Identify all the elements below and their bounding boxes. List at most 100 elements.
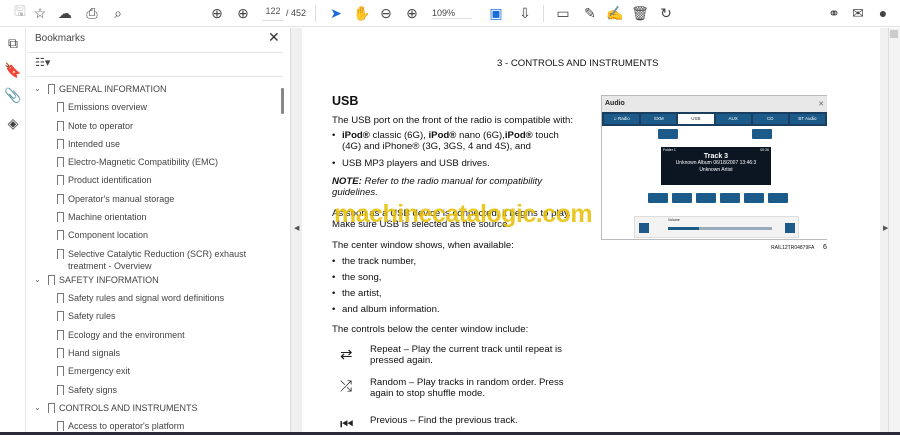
bookmark-icon — [57, 421, 64, 431]
bookmark-label: Intended use — [68, 139, 121, 149]
scrollbar-thumb[interactable] — [890, 30, 898, 38]
highlight-pen-icon[interactable]: ✎ — [580, 4, 600, 22]
bookmark-item[interactable]: Emergency exit — [57, 365, 268, 377]
figure-number: 6 — [823, 244, 827, 251]
pages-icon[interactable]: ⧉ — [3, 34, 23, 52]
bookmark-icon — [57, 230, 64, 240]
bookmark-item[interactable]: Selective Catalytic Reduction (SCR) exha… — [57, 248, 268, 272]
figure-tab: AUX — [715, 114, 751, 124]
panel-scrollbar[interactable] — [281, 88, 284, 114]
previous-icon: ⏮ — [340, 416, 354, 433]
bookmark-label: Safety signs — [68, 385, 118, 395]
previous-button-icon — [696, 193, 716, 203]
bullet-item: • and album information. — [332, 304, 440, 315]
figure-tab: CD — [752, 114, 788, 124]
bookmark-icon — [57, 157, 64, 167]
bookmark-item[interactable]: Hand signals — [57, 347, 268, 359]
bookmark-label: CONTROLS AND INSTRUMENTS — [59, 403, 198, 413]
email-icon[interactable]: ✉ — [848, 4, 868, 22]
bookmark-item[interactable]: Product identification — [57, 174, 268, 186]
bullet-item: • the song, — [332, 272, 382, 283]
bookmark-item[interactable]: Intended use — [57, 138, 268, 150]
bookmark-icon — [57, 330, 64, 340]
bookmark-item[interactable]: Safety rules — [57, 310, 268, 322]
bookmark-item[interactable]: Machine orientation — [57, 211, 268, 223]
star-icon[interactable]: ☆ — [30, 4, 50, 22]
search-button-icon — [768, 193, 788, 203]
search-icon[interactable]: ⌕ — [108, 4, 128, 22]
bookmark-icon — [57, 121, 64, 131]
bookmark-item[interactable]: Ecology and the environment — [57, 329, 268, 341]
bookmark-item[interactable]: Emissions overview — [57, 101, 268, 113]
bookmark-item[interactable]: Component location — [57, 229, 268, 241]
zoom-out-icon[interactable]: ⊖ — [376, 4, 396, 22]
bookmark-section[interactable]: ⌄ SAFETY INFORMATION — [34, 274, 259, 286]
bookmark-label: Safety rules — [68, 311, 116, 321]
bookmark-label: Operator's manual storage — [68, 194, 175, 204]
folder-icon — [752, 129, 772, 139]
figure-tab: USB — [678, 114, 714, 124]
print-icon[interactable]: ⎙ — [82, 4, 102, 22]
bookmark-icon — [57, 212, 64, 222]
page-number-input[interactable]: 122 — [262, 6, 284, 21]
chevron-down-icon[interactable]: ⌄ — [34, 402, 41, 414]
bookmark-item[interactable]: Safety signs — [57, 384, 268, 396]
bookmark-options-icon[interactable]: ☷▾ — [35, 56, 50, 69]
zoom-in-icon[interactable]: ⊕ — [402, 4, 422, 22]
bookmark-label: Component location — [68, 230, 149, 240]
bookmark-label: Note to operator — [68, 121, 134, 131]
bookmark-item[interactable]: Access to operator's platform — [57, 420, 268, 432]
page-down-icon[interactable]: ⊕ — [233, 4, 253, 22]
chevron-down-icon[interactable]: ⌄ — [34, 83, 41, 95]
account-icon[interactable]: ● — [873, 4, 893, 22]
bookmark-item[interactable]: Operator's manual storage — [57, 193, 268, 205]
document-scrollbar[interactable] — [888, 28, 900, 432]
shuffle-icon: ⤮ — [340, 378, 353, 395]
bullet-item: • iPod® classic (6G), iPod® nano (6G),iPo… — [332, 130, 559, 152]
bookmark-item[interactable]: Electro-Magnetic Compatibility (EMC) — [57, 156, 268, 168]
close-icon[interactable]: ✕ — [268, 29, 280, 46]
bookmark-icon — [57, 102, 64, 112]
hand-tool-icon[interactable]: ✋ — [352, 4, 372, 22]
bookmark-icon — [57, 249, 64, 259]
bullet-item: • USB MP3 players and USB drives. — [332, 158, 490, 169]
bookmark-label: Ecology and the environment — [68, 330, 185, 340]
panel-splitter[interactable]: ◀ — [290, 28, 302, 432]
chevron-down-icon[interactable]: ⌄ — [34, 274, 41, 286]
layers-icon[interactable]: ◈ — [3, 114, 23, 132]
cloud-upload-icon[interactable]: ☁ — [55, 4, 75, 22]
bookmark-item[interactable]: Note to operator — [57, 120, 268, 132]
bookmark-icon — [57, 194, 64, 204]
bookmark-icon — [57, 139, 64, 149]
note: NOTE: Refer to the radio manual for comp… — [332, 176, 543, 198]
bookmark-label: Hand signals — [68, 348, 121, 358]
bookmark-section[interactable]: ⌄ GENERAL INFORMATION — [34, 83, 259, 95]
toolbar: 🖫 ☆ ☁ ⎙ ⌕ ⊕ ⊕ 122 / 452 ➤ ✋ ⊖ ⊕ 109% ▣ ⇩… — [0, 0, 900, 27]
rotate-icon[interactable]: ↻ — [656, 4, 676, 22]
attachment-icon[interactable]: 📎 — [3, 86, 23, 104]
folder-icon — [658, 129, 678, 139]
comment-icon[interactable]: ▭ — [553, 4, 573, 22]
bookmark-icon — [57, 175, 64, 185]
next-button-icon — [744, 193, 764, 203]
page-fit-icon[interactable]: ▣ — [486, 4, 506, 22]
page-up-icon[interactable]: ⊕ — [207, 4, 227, 22]
bookmark-icon[interactable]: 🔖 — [3, 61, 23, 79]
select-tool-icon[interactable]: ➤ — [326, 4, 346, 22]
bookmark-label: Selective Catalytic Reduction (SCR) exha… — [68, 249, 247, 271]
figure-tab: BT Audio — [789, 114, 826, 124]
delete-icon[interactable]: 🗑 — [630, 4, 650, 22]
zoom-select[interactable]: 109% — [432, 8, 472, 19]
bookmark-section[interactable]: ⌄ CONTROLS AND INSTRUMENTS — [34, 402, 259, 414]
sign-icon[interactable]: ✍ — [605, 4, 625, 22]
figure-title: Audio — [605, 100, 625, 107]
figure-tab: SXM — [641, 114, 677, 124]
panel-title: Bookmarks — [35, 33, 86, 44]
figure-tab: ♫ Radio — [604, 114, 640, 124]
intro-text: The USB port on the front of the radio i… — [332, 115, 574, 126]
save-icon[interactable]: 🖫 — [10, 3, 30, 22]
bullet-item: • the track number, — [332, 256, 417, 267]
scroll-mode-icon[interactable]: ⇩ — [515, 4, 535, 22]
share-link-icon[interactable]: ⚭ — [824, 4, 844, 22]
bookmark-item[interactable]: Safety rules and signal word definitions — [57, 292, 268, 304]
